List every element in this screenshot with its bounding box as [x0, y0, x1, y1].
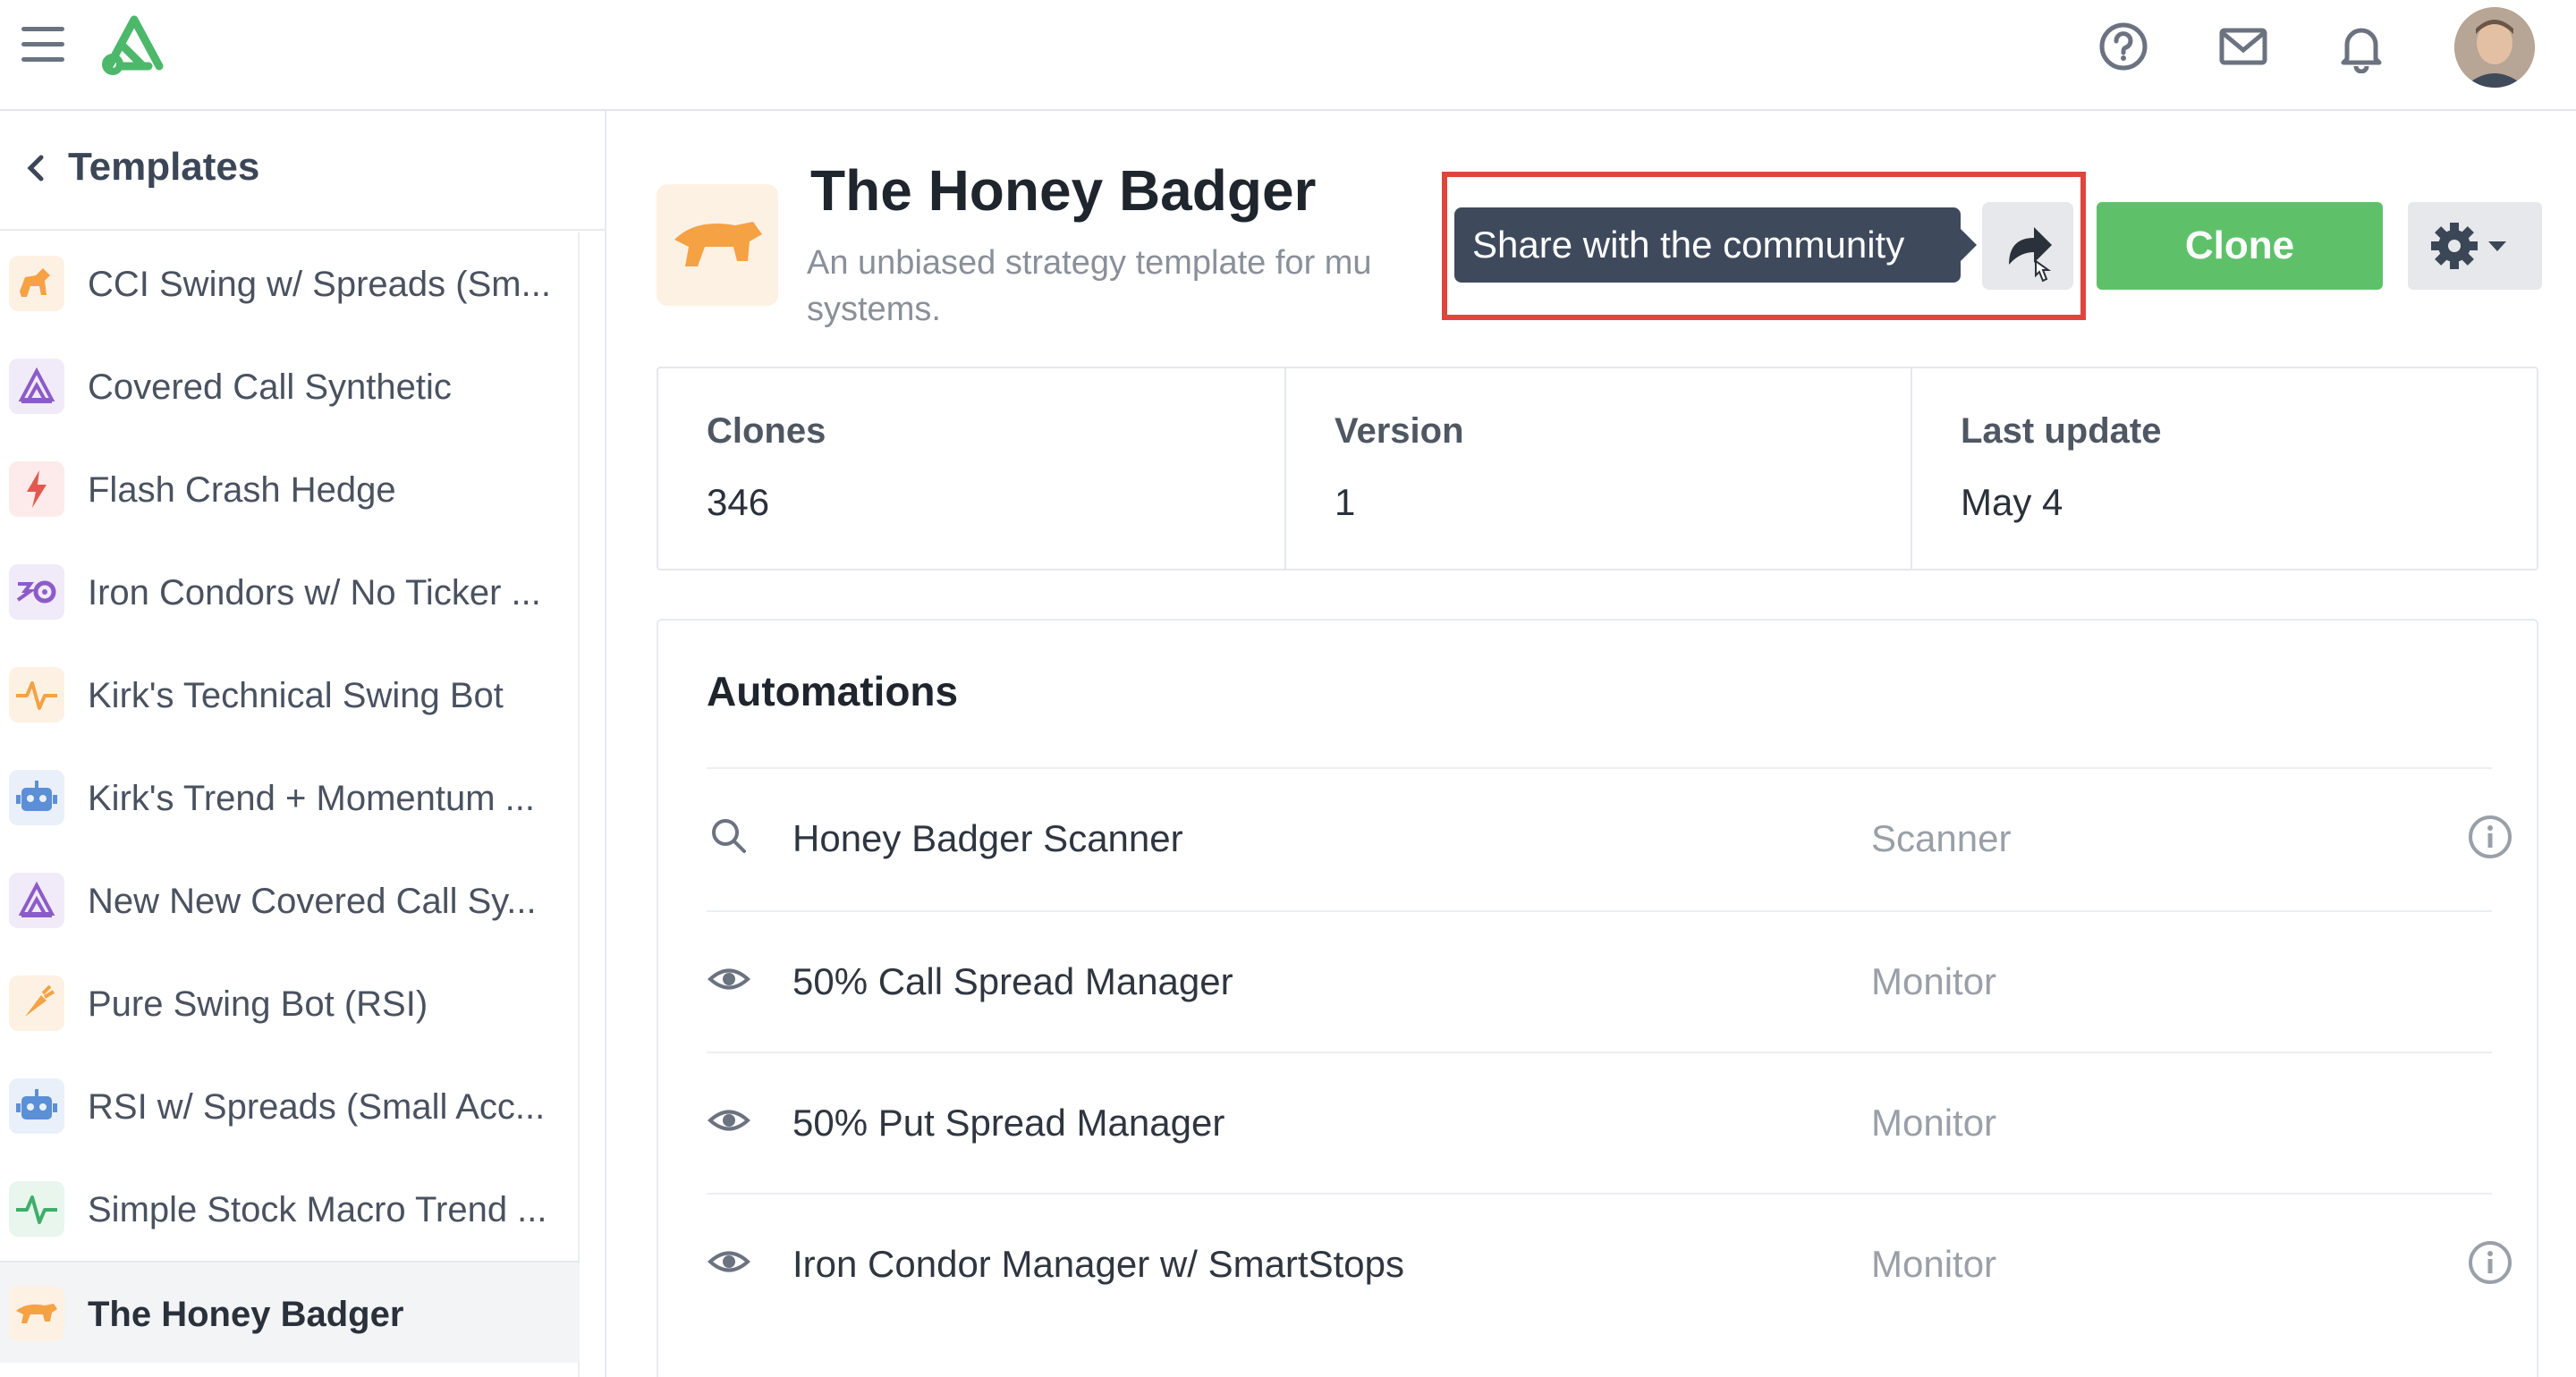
page-description: An unbiased strategy template for mu sys…	[807, 244, 1372, 328]
highlight-box	[1442, 172, 2086, 320]
stat-value: May 4	[1961, 481, 2063, 523]
pulse-icon	[9, 667, 64, 722]
templates-sidebar: Templates CCI Swing w/ Spreads (Sm... Co…	[0, 111, 606, 1377]
hamburger-icon[interactable]	[21, 27, 68, 66]
sidebar-item-label: Simple Stock Macro Trend ...	[88, 1190, 547, 1229]
app-logo-icon[interactable]	[100, 14, 168, 75]
settings-dropdown-button[interactable]	[2408, 202, 2542, 290]
info-icon[interactable]	[2467, 814, 2513, 860]
sidebar-item-kirks-trend[interactable]: Kirk's Trend + Momentum ...	[0, 747, 580, 849]
automation-row[interactable]: Iron Condor Manager w/ SmartStops Monito…	[707, 1193, 2512, 1336]
sidebar-item-honey-badger[interactable]: The Honey Badger	[0, 1261, 580, 1363]
clone-button[interactable]: Clone	[2097, 202, 2383, 290]
condor-icon	[9, 564, 64, 620]
sidebar-item-label: Iron Condors w/ No Ticker ...	[88, 573, 541, 612]
sidebar-item-simple-stock[interactable]: Simple Stock Macro Trend ...	[0, 1158, 580, 1260]
automation-type: Monitor	[1871, 960, 1997, 1002]
sidebar-item-iron-condors[interactable]: Iron Condors w/ No Ticker ...	[0, 541, 580, 643]
automation-type: Monitor	[1871, 1243, 1997, 1285]
chevron-left-icon[interactable]	[25, 150, 47, 186]
automation-name: Honey Badger Scanner	[792, 817, 1183, 859]
sidebar-item-label: Kirk's Technical Swing Bot	[88, 676, 504, 715]
automation-row[interactable]: Honey Badger Scanner Scanner	[707, 767, 2512, 910]
automation-type: Monitor	[1871, 1102, 1997, 1144]
robot-icon	[9, 770, 64, 825]
robot-icon	[9, 1078, 64, 1134]
badger-icon	[657, 184, 778, 306]
automations-panel: Automations Honey Badger Scanner Scanner…	[657, 619, 2538, 1377]
badger-icon	[9, 1286, 64, 1341]
sidebar-title[interactable]: Templates	[68, 145, 259, 190]
sidebar-item-label: New New Covered Call Sy...	[88, 882, 537, 921]
bolt-icon	[9, 461, 64, 517]
sidebar-item-label: Flash Crash Hedge	[88, 470, 396, 510]
mail-icon[interactable]	[2216, 20, 2270, 73]
sidebar-item-label: The Honey Badger	[88, 1295, 404, 1334]
sidebar-item-label: Kirk's Trend + Momentum ...	[88, 779, 536, 818]
dog-icon	[9, 256, 64, 311]
pulse-icon	[9, 1181, 64, 1237]
top-bar	[0, 0, 2576, 111]
carrot-icon	[9, 976, 64, 1031]
user-avatar[interactable]	[2454, 7, 2535, 88]
sidebar-item-new-covered-call[interactable]: New New Covered Call Sy...	[0, 849, 580, 951]
sidebar-item-covered-call[interactable]: Covered Call Synthetic	[0, 335, 580, 437]
stat-label: Clones	[707, 411, 826, 451]
sidebar-item-rsi-spreads[interactable]: RSI w/ Spreads (Small Acc...	[0, 1055, 580, 1157]
automation-name: 50% Put Spread Manager	[792, 1102, 1225, 1144]
info-icon[interactable]	[2467, 1239, 2513, 1286]
sidebar-item-label: Covered Call Synthetic	[88, 367, 452, 407]
sidebar-item-label: RSI w/ Spreads (Small Acc...	[88, 1087, 546, 1127]
stat-clones: Clones 346	[658, 368, 1284, 569]
stat-value: 1	[1335, 481, 1356, 523]
automation-name: 50% Call Spread Manager	[792, 960, 1233, 1002]
mountain-icon	[9, 873, 64, 928]
sidebar-item-kirks-technical[interactable]: Kirk's Technical Swing Bot	[0, 644, 580, 746]
help-circle-icon[interactable]	[2097, 20, 2150, 73]
stats-panel: Clones 346 Version 1 Last update May 4	[657, 367, 2538, 570]
eye-icon	[707, 957, 751, 1001]
sidebar-item-cci-swing[interactable]: CCI Swing w/ Spreads (Sm...	[0, 232, 580, 334]
mountain-icon	[9, 359, 64, 414]
automation-type: Scanner	[1871, 817, 2012, 859]
automation-row[interactable]: 50% Put Spread Manager Monitor	[707, 1052, 2492, 1195]
stat-version: Version 1	[1284, 368, 1911, 569]
gear-icon	[2431, 223, 2506, 269]
bell-icon[interactable]	[2334, 20, 2388, 74]
sidebar-item-flash-crash[interactable]: Flash Crash Hedge	[0, 438, 580, 540]
template-list: CCI Swing w/ Spreads (Sm... Covered Call…	[0, 232, 580, 1377]
eye-icon	[707, 1098, 751, 1143]
sidebar-item-label: Pure Swing Bot (RSI)	[88, 984, 428, 1024]
stat-label: Last update	[1961, 411, 2162, 451]
sidebar-item-label: CCI Swing w/ Spreads (Sm...	[88, 265, 551, 304]
automations-title: Automations	[707, 668, 959, 714]
search-icon	[707, 814, 751, 858]
eye-icon	[707, 1239, 751, 1284]
page-title: The Honey Badger	[810, 158, 1317, 223]
sidebar-header: Templates	[0, 111, 606, 231]
stat-last-update: Last update May 4	[1911, 368, 2537, 569]
automation-row[interactable]: 50% Call Spread Manager Monitor	[707, 910, 2492, 1053]
automation-name: Iron Condor Manager w/ SmartStops	[792, 1243, 1404, 1285]
stat-value: 346	[707, 481, 770, 523]
stat-label: Version	[1335, 411, 1464, 451]
sidebar-item-pure-swing[interactable]: Pure Swing Bot (RSI)	[0, 952, 580, 1054]
